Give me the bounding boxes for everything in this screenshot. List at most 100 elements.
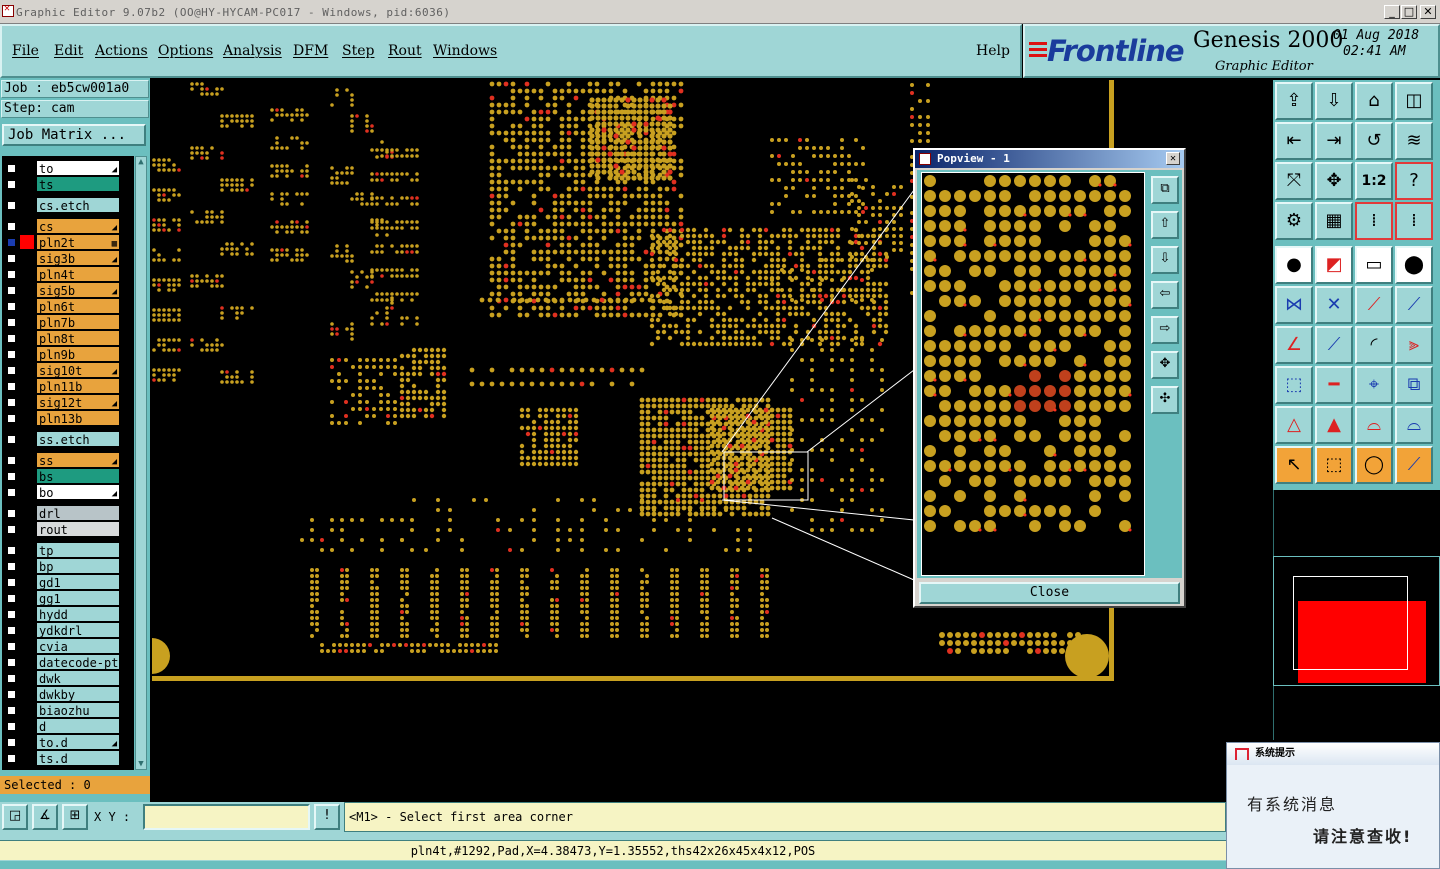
layer-name[interactable]: bp bbox=[36, 558, 120, 574]
layer-color-swatch[interactable] bbox=[20, 315, 34, 329]
layer-checkbox[interactable] bbox=[6, 381, 16, 391]
layer-color-swatch[interactable] bbox=[20, 735, 34, 749]
layer-color-swatch[interactable] bbox=[20, 251, 34, 265]
layer-checkbox[interactable] bbox=[6, 577, 16, 587]
layer-row-dwk[interactable]: dwk bbox=[2, 670, 124, 686]
layer-checkbox[interactable] bbox=[6, 673, 16, 683]
layer-checkbox[interactable] bbox=[6, 524, 16, 534]
select-box-icon[interactable]: ⬚ bbox=[1315, 446, 1353, 484]
layer-name[interactable]: pln8t bbox=[36, 330, 120, 346]
layer-checkbox[interactable] bbox=[6, 333, 16, 343]
layer-checkbox[interactable] bbox=[6, 253, 16, 263]
layer-color-swatch[interactable] bbox=[20, 591, 34, 605]
layer-checkbox[interactable] bbox=[6, 163, 16, 173]
layer-color-swatch[interactable] bbox=[20, 411, 34, 425]
pan-right-tool-icon[interactable]: ⇥ bbox=[1315, 122, 1353, 160]
layer-row-sig3b[interactable]: sig3b ◢ bbox=[2, 250, 124, 266]
layer-name[interactable]: bs bbox=[36, 468, 120, 484]
layer-color-swatch[interactable] bbox=[20, 506, 34, 520]
layer-name[interactable]: ydkdrl bbox=[36, 622, 120, 638]
layer-row-datecode-pt[interactable]: datecode-pt bbox=[2, 654, 124, 670]
layer-color-swatch[interactable] bbox=[20, 469, 34, 483]
layer-row-pln9b[interactable]: pln9b bbox=[2, 346, 124, 362]
layer-row-pln13b[interactable]: pln13b bbox=[2, 410, 124, 426]
arch-red-icon[interactable]: ⌓ bbox=[1355, 406, 1393, 444]
layer-row-pln2t[interactable]: pln2t ▦ bbox=[2, 234, 124, 250]
layer-checkbox[interactable] bbox=[6, 657, 16, 667]
arc-icon[interactable]: ◜ bbox=[1355, 326, 1393, 364]
triangle-red-icon[interactable]: △ bbox=[1275, 406, 1313, 444]
layer-name[interactable]: bo ◢ bbox=[36, 484, 120, 500]
layer-name[interactable]: cs.etch bbox=[36, 197, 120, 213]
layer-name[interactable]: sig3b ◢ bbox=[36, 250, 120, 266]
layer-checkbox[interactable] bbox=[6, 471, 16, 481]
layer-color-swatch[interactable] bbox=[20, 331, 34, 345]
layer-name[interactable]: rout bbox=[36, 521, 120, 537]
layer-color-swatch[interactable] bbox=[20, 671, 34, 685]
angle-mode-icon[interactable]: ∡ bbox=[32, 804, 58, 830]
overview-map[interactable] bbox=[1273, 556, 1440, 686]
layer-row-pln7b[interactable]: pln7b bbox=[2, 314, 124, 330]
layer-name[interactable]: pln9b bbox=[36, 346, 120, 362]
cross-icon[interactable]: ✕ bbox=[1315, 286, 1353, 324]
layer-row-bo[interactable]: bo ◢ bbox=[2, 484, 124, 500]
layer-color-swatch[interactable] bbox=[20, 432, 34, 446]
layer-row-sig12t[interactable]: sig12t ◢ bbox=[2, 394, 124, 410]
menu-help[interactable]: Help bbox=[976, 43, 1010, 59]
add-pad-icon[interactable]: ● bbox=[1275, 246, 1313, 284]
layer-name[interactable]: dwkby bbox=[36, 686, 120, 702]
layer-row-sig5b[interactable]: sig5b ◢ bbox=[2, 282, 124, 298]
pan-right-icon[interactable]: ⇨ bbox=[1151, 316, 1179, 344]
layer-row-to[interactable]: to ◢ bbox=[2, 160, 124, 176]
layer-scrollbar[interactable]: ▲ ▼ bbox=[135, 156, 147, 770]
arch-blue-icon[interactable]: ⌓ bbox=[1395, 406, 1433, 444]
query-icon[interactable]: ? bbox=[1395, 162, 1433, 200]
group-icon[interactable]: ⧉ bbox=[1395, 366, 1433, 404]
layer-row-drl[interactable]: drl bbox=[2, 505, 124, 521]
triangle-up-icon[interactable]: ▲ bbox=[1315, 406, 1353, 444]
layer-checkbox[interactable] bbox=[6, 561, 16, 571]
layer-checkbox[interactable] bbox=[6, 609, 16, 619]
menu-windows[interactable]: Windows bbox=[433, 43, 497, 59]
snap-icon[interactable]: ⚙ bbox=[1275, 202, 1313, 240]
select-lasso-icon[interactable]: ◯ bbox=[1355, 446, 1393, 484]
layer-row-rout[interactable]: rout bbox=[2, 521, 124, 537]
layer-name[interactable]: to.d ◢ bbox=[36, 734, 120, 750]
horizontal-line-icon[interactable]: ━ bbox=[1315, 366, 1353, 404]
move-point-icon[interactable]: ⬚ bbox=[1275, 366, 1313, 404]
layer-row-d[interactable]: d bbox=[2, 718, 124, 734]
scroll-down-icon[interactable]: ▼ bbox=[136, 759, 146, 769]
layer-checkbox[interactable] bbox=[6, 434, 16, 444]
layer-color-swatch[interactable] bbox=[20, 161, 34, 175]
layer-name[interactable]: ts.d bbox=[36, 750, 120, 766]
layer-row-ss.etch[interactable]: ss.etch bbox=[2, 431, 124, 447]
layer-row-pln8t[interactable]: pln8t bbox=[2, 330, 124, 346]
zoom-step-icon[interactable]: ◫ bbox=[1395, 82, 1433, 120]
layer-row-ss[interactable]: ss ◢ bbox=[2, 452, 124, 468]
layer-name[interactable]: biaozhu bbox=[36, 702, 120, 718]
pan-down-icon[interactable]: ⇩ bbox=[1151, 246, 1179, 274]
scroll-up-icon[interactable]: ▲ bbox=[136, 157, 146, 167]
zoom-fit-icon[interactable]: ⇩ bbox=[1315, 82, 1353, 120]
layer-name[interactable]: pln6t bbox=[36, 298, 120, 314]
zoom-in-tool-icon[interactable]: ⤧ bbox=[1275, 162, 1313, 200]
layer-name[interactable]: dwk bbox=[36, 670, 120, 686]
layer-row-cs[interactable]: cs ◢ bbox=[2, 218, 124, 234]
pan-left-icon[interactable]: ⇦ bbox=[1151, 281, 1179, 309]
redraw-icon[interactable]: ≋ bbox=[1395, 122, 1433, 160]
snap-mode-icon[interactable]: ◲ bbox=[2, 804, 28, 830]
layer-name[interactable]: pln7b bbox=[36, 314, 120, 330]
pan-up-icon[interactable]: ⇧ bbox=[1151, 211, 1179, 239]
menu-options[interactable]: Options bbox=[158, 43, 213, 59]
layer-name[interactable]: sig12t ◢ bbox=[36, 394, 120, 410]
zoom-window-icon[interactable]: ⧉ bbox=[1151, 176, 1179, 204]
angle-icon[interactable]: ∠ bbox=[1275, 326, 1313, 364]
layer-row-ts.d[interactable]: ts.d bbox=[2, 750, 124, 766]
center-icon[interactable]: ⌖ bbox=[1355, 366, 1393, 404]
menu-dfm[interactable]: DFM bbox=[293, 43, 328, 59]
undo-zoom-icon[interactable]: ↺ bbox=[1355, 122, 1393, 160]
layer-checkbox[interactable] bbox=[6, 705, 16, 715]
layer-row-pln4t[interactable]: pln4t bbox=[2, 266, 124, 282]
layer-checkbox[interactable] bbox=[6, 545, 16, 555]
layer-name[interactable]: to ◢ bbox=[36, 160, 120, 176]
